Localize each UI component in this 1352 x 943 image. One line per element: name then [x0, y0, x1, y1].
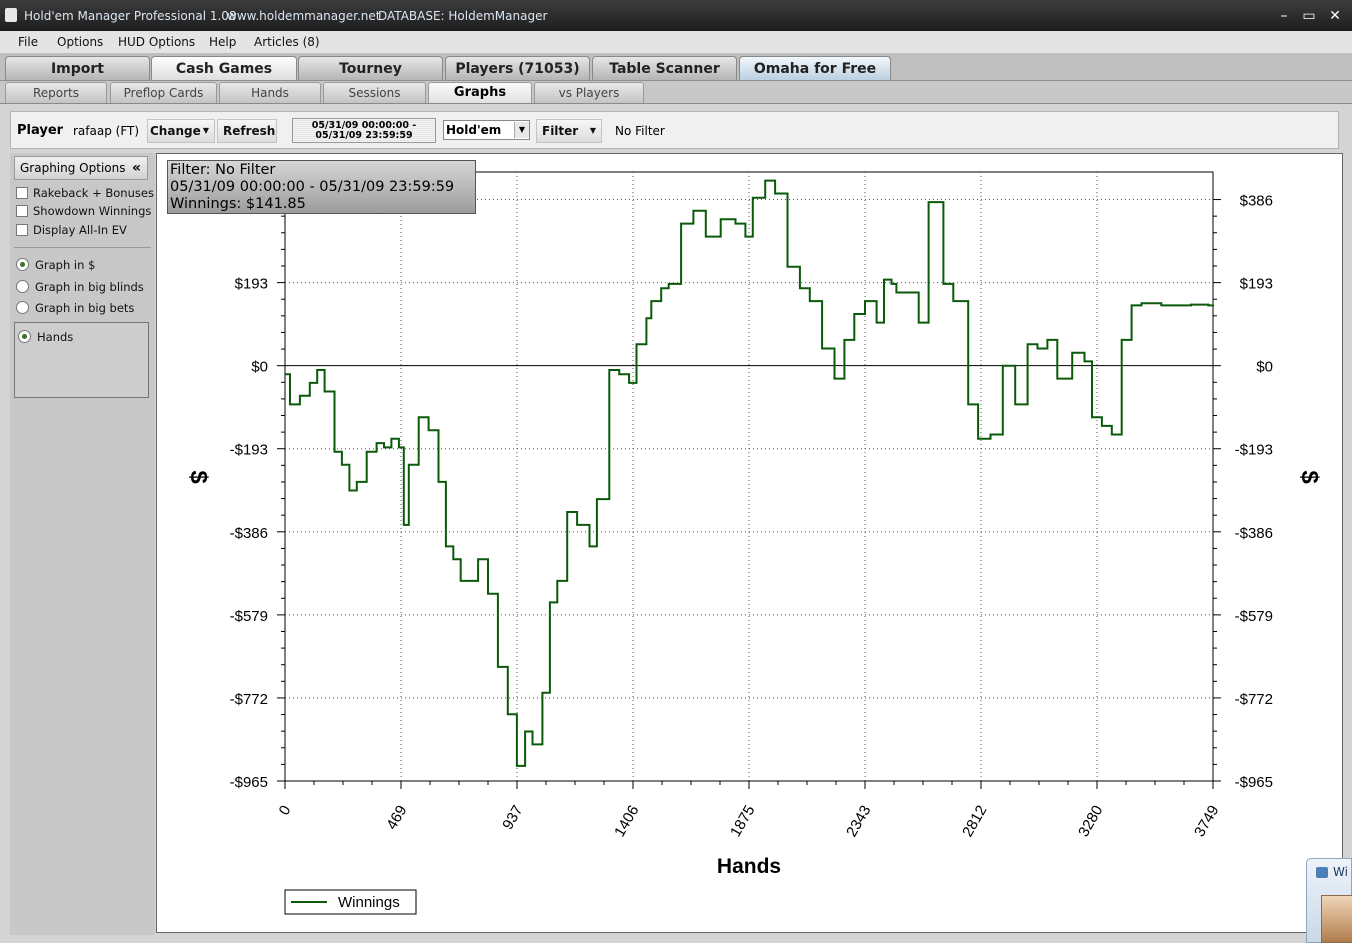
radio-selected-icon — [18, 330, 31, 343]
menu-options[interactable]: Options — [57, 35, 103, 49]
player-toolbar: Player rafaap (FT) Change ▼ Refresh 05/31… — [10, 111, 1339, 149]
player-label: Player — [17, 123, 64, 138]
minimize-icon[interactable]: – — [1274, 8, 1294, 24]
graph-big-bets-radio[interactable]: Graph in big bets — [16, 301, 134, 315]
x-axis-options-box: Hands — [14, 322, 149, 398]
filter-button[interactable]: Filter ▼ — [536, 119, 602, 143]
player-name: rafaap (FT) — [73, 124, 140, 138]
tab-preflop-cards[interactable]: Preflop Cards — [110, 82, 217, 103]
x-axis-hands-radio[interactable]: Hands — [18, 330, 73, 344]
tab-tourney[interactable]: Tourney — [298, 56, 443, 80]
title-bar: Hold'em Manager Professional 1.08 www.ho… — [0, 0, 1352, 31]
menu-bar: File Options HUD Options Help Articles (… — [0, 31, 1352, 54]
menu-articles[interactable]: Articles (8) — [254, 35, 320, 49]
date-range-button[interactable]: 05/31/09 00:00:00 - 05/31/09 23:59:59 — [292, 118, 436, 143]
graphing-options-header: Graphing Options « — [14, 156, 148, 180]
tab-vs-players[interactable]: vs Players — [534, 82, 644, 103]
graphing-options-title: Graphing Options — [20, 161, 126, 175]
close-icon[interactable]: ✕ — [1325, 8, 1345, 24]
graphing-options-panel: Graphing Options « Rakeback + Bonuses Sh… — [10, 153, 155, 935]
menu-help[interactable]: Help — [209, 35, 236, 49]
checkbox-icon — [16, 205, 28, 217]
showdown-label: Showdown Winnings — [33, 204, 152, 218]
rakeback-checkbox[interactable]: Rakeback + Bonuses — [16, 186, 154, 200]
change-label: Change — [150, 124, 201, 138]
radio-selected-icon — [16, 258, 29, 271]
window-title: Hold'em Manager Professional 1.08 — [24, 9, 237, 23]
tab-import[interactable]: Import — [5, 56, 150, 80]
checkbox-icon — [16, 187, 28, 199]
radio-icon — [16, 280, 29, 293]
website-label: www.holdemmanager.net — [227, 9, 381, 23]
popup-avatar-image — [1321, 895, 1352, 943]
overlay-filter: Filter: No Filter — [170, 162, 276, 178]
tab-players[interactable]: Players (71053) — [445, 56, 590, 80]
tab-cash-games[interactable]: Cash Games — [151, 56, 297, 80]
popup-app-icon — [1316, 867, 1328, 878]
app-logo-icon — [5, 8, 17, 22]
dropdown-arrow-icon: ▼ — [202, 126, 209, 135]
menu-file[interactable]: File — [18, 35, 38, 49]
tab-sessions[interactable]: Sessions — [323, 82, 426, 103]
collapse-icon[interactable]: « — [132, 157, 141, 179]
radio-icon — [16, 301, 29, 314]
checkbox-icon — [16, 224, 28, 236]
graph-dollars-label: Graph in $ — [35, 258, 96, 272]
database-label: DATABASE: HoldemManager — [378, 9, 548, 23]
filter-label: Filter — [542, 124, 579, 138]
maximize-icon[interactable]: ▭ — [1299, 8, 1319, 24]
x-axis-hands-label: Hands — [37, 330, 74, 344]
menu-hud-options[interactable]: HUD Options — [118, 35, 195, 49]
popup-text: Wi — [1333, 865, 1348, 879]
graph-panel — [156, 153, 1343, 933]
divider — [14, 247, 151, 248]
tab-table-scanner[interactable]: Table Scanner — [592, 56, 737, 80]
graph-big-blinds-radio[interactable]: Graph in big blinds — [16, 280, 144, 294]
main-tab-bar: Import Cash Games Tourney Players (71053… — [0, 53, 1352, 82]
graph-big-bets-label: Graph in big bets — [35, 301, 135, 315]
graph-info-overlay: Filter: No Filter 05/31/09 00:00:00 - 05… — [167, 160, 476, 214]
tab-hands[interactable]: Hands — [219, 82, 321, 103]
refresh-button[interactable]: Refresh — [217, 119, 277, 143]
select-arrow-icon: ▼ — [514, 122, 529, 138]
showdown-checkbox[interactable]: Showdown Winnings — [16, 204, 151, 218]
notification-popup[interactable]: Wi — [1306, 858, 1352, 943]
game-type-select[interactable]: Hold'em ▼ — [443, 120, 530, 140]
filter-arrow-icon: ▼ — [589, 126, 596, 135]
overlay-date-range: 05/31/09 00:00:00 - 05/31/09 23:59:59 — [170, 179, 455, 195]
graph-big-blinds-label: Graph in big blinds — [35, 280, 144, 294]
tab-omaha-for-free[interactable]: Omaha for Free — [739, 56, 891, 80]
date-end-label: 05/31/09 23:59:59 — [315, 130, 413, 141]
overlay-winnings: Winnings: $141.85 — [170, 196, 306, 212]
sub-tab-bar: Reports Preflop Cards Hands Sessions Gra… — [0, 81, 1352, 104]
change-player-button[interactable]: Change ▼ — [147, 119, 215, 143]
allin-ev-checkbox[interactable]: Display All-In EV — [16, 223, 127, 237]
rakeback-label: Rakeback + Bonuses — [33, 186, 154, 200]
filter-status: No Filter — [615, 124, 665, 138]
graph-dollars-radio[interactable]: Graph in $ — [16, 258, 95, 272]
game-type-value: Hold'em — [446, 123, 502, 137]
allin-ev-label: Display All-In EV — [33, 223, 127, 237]
tab-reports[interactable]: Reports — [5, 82, 107, 103]
tab-graphs[interactable]: Graphs — [428, 82, 532, 103]
